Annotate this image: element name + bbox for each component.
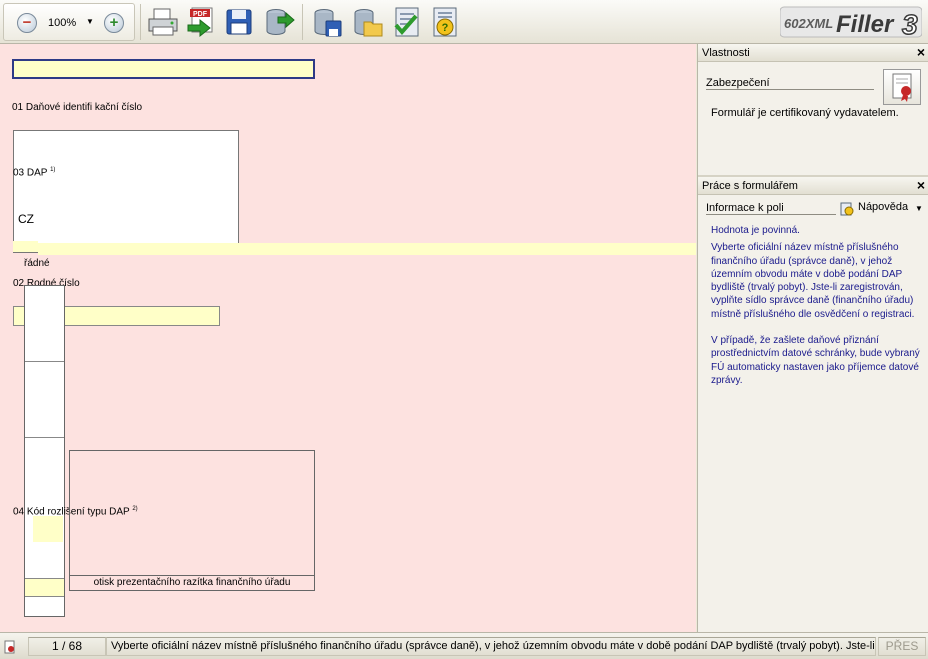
page-indicator: 1 / 68: [28, 637, 106, 656]
pdf-label: PDF: [193, 11, 208, 18]
certificate-icon[interactable]: [883, 69, 921, 105]
save-button[interactable]: [222, 5, 256, 39]
type-code-secondary-input[interactable]: [25, 578, 64, 597]
print-button[interactable]: [146, 5, 180, 39]
help-dropdown[interactable]: Nápověda: [858, 201, 908, 213]
database-save-icon: [314, 9, 342, 37]
code-column: [24, 285, 65, 617]
side-panel: Vlastnosti × Zabezpečení Formulář je cer…: [697, 44, 928, 632]
database-open-icon: [354, 9, 383, 37]
properties-title: Vlastnosti: [702, 47, 750, 59]
logo-name: Filler: [836, 11, 895, 38]
pdf-export-icon: PDF: [187, 7, 213, 38]
financial-office-field[interactable]: [12, 59, 315, 79]
zoom-group: − 100% ▼ +: [3, 3, 135, 41]
save-data-button[interactable]: [310, 5, 344, 39]
minus-icon: −: [22, 14, 32, 31]
checklist-icon: [394, 7, 419, 37]
info-paragraph: V případě, že zašlete daňové přiznání pr…: [711, 335, 920, 386]
stamp-label: otisk prezentačního razítka finančního ú…: [69, 575, 315, 591]
filler-logo: 602XML Filler 3: [780, 6, 922, 39]
plus-icon: +: [109, 14, 119, 31]
status-message: Vyberte oficiální název místně příslušné…: [106, 637, 876, 656]
info-paragraph: Vyberte oficiální název místně příslušné…: [711, 242, 915, 320]
close-icon[interactable]: ×: [917, 177, 925, 193]
dap-box: [13, 130, 239, 253]
close-icon[interactable]: ×: [917, 44, 925, 60]
export-pdf-button[interactable]: PDF: [184, 5, 218, 39]
field-info-text: Hodnota je povinná. Vyberte oficiální ná…: [711, 224, 923, 400]
logo-prefix: 602XML: [784, 16, 833, 31]
dic-input-start[interactable]: [13, 241, 38, 252]
type-code-input[interactable]: [33, 516, 63, 542]
toolbar: − 100% ▼ + PDF ? 602XML Filler 3: [0, 0, 928, 44]
column-divider: [25, 361, 64, 362]
insert-mode-indicator: PŘES: [878, 637, 926, 656]
zoom-dropdown-icon[interactable]: ▼: [86, 17, 94, 26]
help-icon[interactable]: [840, 202, 854, 216]
security-section-title: Zabezpečení: [706, 77, 874, 90]
work-panel-header: Práce s formulářem ×: [698, 177, 928, 195]
security-status-text: Formulář je certifikovaný vydavatelem.: [711, 107, 899, 119]
document-status-icon[interactable]: [4, 640, 16, 654]
column-divider: [25, 437, 64, 438]
field-info-section-title: Informace k poli: [706, 202, 836, 215]
help-button[interactable]: ?: [428, 5, 462, 39]
toolbar-separator: [140, 4, 141, 40]
work-panel-title: Práce s formulářem: [702, 180, 798, 192]
required-note: Hodnota je povinná.: [711, 225, 800, 236]
dic-input[interactable]: [38, 243, 696, 255]
svg-text:?: ?: [442, 22, 449, 34]
printer-icon: [148, 8, 178, 36]
export-data-button[interactable]: [262, 5, 296, 39]
properties-header: Vlastnosti ×: [698, 44, 928, 62]
label-dic: 01 Daňové identifi kační číslo: [12, 102, 143, 113]
zoom-in-button[interactable]: +: [104, 13, 124, 33]
zoom-out-button[interactable]: −: [17, 13, 37, 33]
logo-version: 3: [902, 9, 918, 39]
status-bar: 1 / 68 Vyberte oficiální název místně př…: [0, 632, 928, 659]
check-form-button[interactable]: [390, 5, 424, 39]
open-data-button[interactable]: [350, 5, 384, 39]
zoom-level[interactable]: 100%: [48, 17, 76, 29]
chevron-down-icon[interactable]: ▼: [915, 204, 923, 213]
form-canvas: 01 Daňové identifi kační číslo 03 DAP 1)…: [0, 44, 696, 632]
database-export-icon: [266, 9, 295, 35]
stamp-area: [69, 450, 315, 591]
dap-type-value: řádné: [24, 258, 50, 269]
label-dap: 03 DAP 1): [13, 167, 56, 179]
footnote-1: 1): [50, 167, 56, 173]
toolbar-separator: [302, 4, 303, 40]
help-icon: ?: [433, 7, 457, 37]
country-code: CZ: [18, 212, 34, 226]
floppy-disk-icon: [226, 9, 252, 35]
